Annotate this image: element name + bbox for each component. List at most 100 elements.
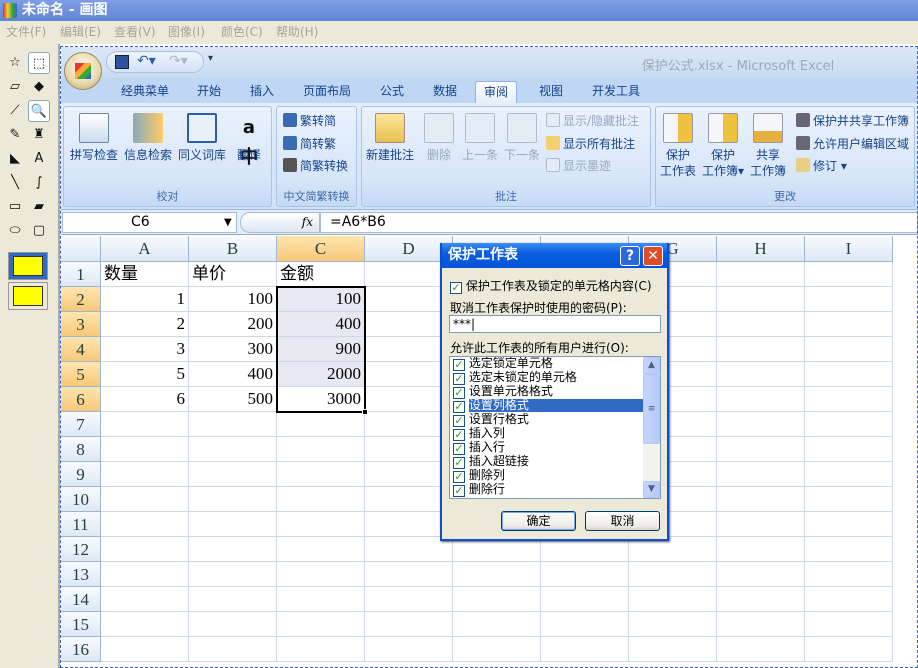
fill-tool-icon[interactable]: ◆ [28, 76, 50, 98]
cell-H11[interactable] [717, 512, 805, 537]
tab-review[interactable]: 审阅 [475, 81, 518, 103]
cell-B6[interactable]: 500 [189, 387, 277, 412]
cell-B14[interactable] [189, 587, 277, 612]
cell-C1[interactable]: 金额 [277, 262, 365, 287]
eraser-tool-icon[interactable]: ▱ [4, 76, 26, 98]
protect-workbook-button[interactable]: 保护 工作簿▾ [702, 113, 744, 179]
cell-C12[interactable] [277, 537, 365, 562]
allow-edit-ranges-button[interactable]: 允许用户编辑区域 [796, 136, 909, 152]
cell-H7[interactable] [717, 412, 805, 437]
formula-input[interactable]: =A6*B6 [320, 212, 918, 233]
name-box[interactable]: C6 ▼ [62, 212, 237, 233]
tab-home[interactable]: 开始 [189, 81, 229, 103]
cell-A12[interactable] [101, 537, 189, 562]
cell-B10[interactable] [189, 487, 277, 512]
cell-D16[interactable] [365, 637, 453, 662]
cell-C8[interactable] [277, 437, 365, 462]
menu-help[interactable]: 帮助(H) [276, 21, 318, 44]
cell-D13[interactable] [365, 562, 453, 587]
show-all-comments-button[interactable]: 显示所有批注 [546, 136, 635, 152]
research-button[interactable]: 信息检索 [124, 113, 172, 163]
row-header-13[interactable]: 13 [61, 562, 101, 587]
cell-B5[interactable]: 400 [189, 362, 277, 387]
rect-select-tool-icon[interactable]: ⬚ [28, 52, 50, 74]
cell-F16[interactable] [541, 637, 629, 662]
cell-B3[interactable]: 200 [189, 312, 277, 337]
row-header-3[interactable]: 3 [61, 312, 101, 337]
cell-H16[interactable] [717, 637, 805, 662]
cell-A5[interactable]: 5 [101, 362, 189, 387]
show-hide-comment-button[interactable]: 显示/隐藏批注 [546, 113, 639, 129]
customize-qat-icon[interactable]: ▾ [208, 53, 213, 64]
cell-H15[interactable] [717, 612, 805, 637]
cell-F13[interactable] [541, 562, 629, 587]
column-header-B[interactable]: B [189, 236, 277, 262]
cell-I16[interactable] [805, 637, 893, 662]
cell-C5[interactable]: 2000 [277, 362, 365, 387]
row-header-14[interactable]: 14 [61, 587, 101, 612]
menu-view[interactable]: 查看(V) [114, 21, 156, 44]
cell-E13[interactable] [453, 562, 541, 587]
save-icon[interactable] [115, 55, 129, 69]
thesaurus-button[interactable]: 同义词库 [178, 113, 226, 163]
cell-B15[interactable] [189, 612, 277, 637]
cell-H3[interactable] [717, 312, 805, 337]
row-header-4[interactable]: 4 [61, 337, 101, 362]
line-tool-icon[interactable]: ╲ [4, 172, 26, 194]
row-header-16[interactable]: 16 [61, 637, 101, 662]
pencil-tool-icon[interactable]: ✎ [4, 124, 26, 146]
cell-B2[interactable]: 100 [189, 287, 277, 312]
cell-H8[interactable] [717, 437, 805, 462]
cell-I1[interactable] [805, 262, 893, 287]
tab-classic-menu[interactable]: 经典菜单 [113, 81, 177, 103]
cell-A13[interactable] [101, 562, 189, 587]
permissions-scrollbar[interactable]: ▲ ≡ ▼ [643, 357, 660, 498]
cell-B1[interactable]: 单价 [189, 262, 277, 287]
protect-contents-checkbox[interactable]: ✓ 保护工作表及锁定的单元格内容(C) [450, 277, 652, 294]
cell-H10[interactable] [717, 487, 805, 512]
protect-sheet-button[interactable]: 保护 工作表 [660, 113, 696, 179]
cell-E14[interactable] [453, 587, 541, 612]
tab-developer[interactable]: 开发工具 [584, 81, 648, 103]
cell-C7[interactable] [277, 412, 365, 437]
fill-handle[interactable] [362, 409, 368, 415]
permission-item[interactable]: ✓ 插入超链接 [450, 455, 660, 469]
cell-I3[interactable] [805, 312, 893, 337]
cell-E16[interactable] [453, 637, 541, 662]
office-button[interactable] [64, 52, 102, 90]
ellipse-tool-icon[interactable]: ⬭ [4, 220, 26, 242]
cell-I6[interactable] [805, 387, 893, 412]
cell-C11[interactable] [277, 512, 365, 537]
share-workbook-button[interactable]: 共享 工作簿 [750, 113, 786, 179]
cell-H6[interactable] [717, 387, 805, 412]
cell-A10[interactable] [101, 487, 189, 512]
rectangle-tool-icon[interactable]: ▭ [4, 196, 26, 218]
cell-I2[interactable] [805, 287, 893, 312]
menu-colors[interactable]: 颜色(C) [221, 21, 263, 44]
transparent-selection-option-icon[interactable] [8, 282, 48, 310]
cell-D14[interactable] [365, 587, 453, 612]
permission-item[interactable]: ✓ 删除行 [450, 483, 660, 497]
color-picker-tool-icon[interactable]: ⟋ [4, 100, 26, 122]
cell-A3[interactable]: 2 [101, 312, 189, 337]
free-select-tool-icon[interactable]: ☆ [4, 52, 26, 74]
cell-C15[interactable] [277, 612, 365, 637]
permission-item[interactable]: ✓ 选定锁定单元格 [450, 357, 660, 371]
cell-D15[interactable] [365, 612, 453, 637]
select-all-button[interactable] [61, 236, 101, 262]
cell-G15[interactable] [629, 612, 717, 637]
protect-share-workbook-button[interactable]: 保护并共享工作簿 [796, 113, 909, 129]
brush-tool-icon[interactable]: ♜ [28, 124, 50, 146]
cell-A6[interactable]: 6 [101, 387, 189, 412]
cell-H5[interactable] [717, 362, 805, 387]
cell-I4[interactable] [805, 337, 893, 362]
cell-C10[interactable] [277, 487, 365, 512]
cell-A15[interactable] [101, 612, 189, 637]
permission-item[interactable]: ✓ 设置列格式 [450, 399, 660, 413]
cell-A11[interactable] [101, 512, 189, 537]
cell-A7[interactable] [101, 412, 189, 437]
cell-C3[interactable]: 400 [277, 312, 365, 337]
cell-C2[interactable]: 100 [277, 287, 365, 312]
cell-H1[interactable] [717, 262, 805, 287]
cell-I5[interactable] [805, 362, 893, 387]
